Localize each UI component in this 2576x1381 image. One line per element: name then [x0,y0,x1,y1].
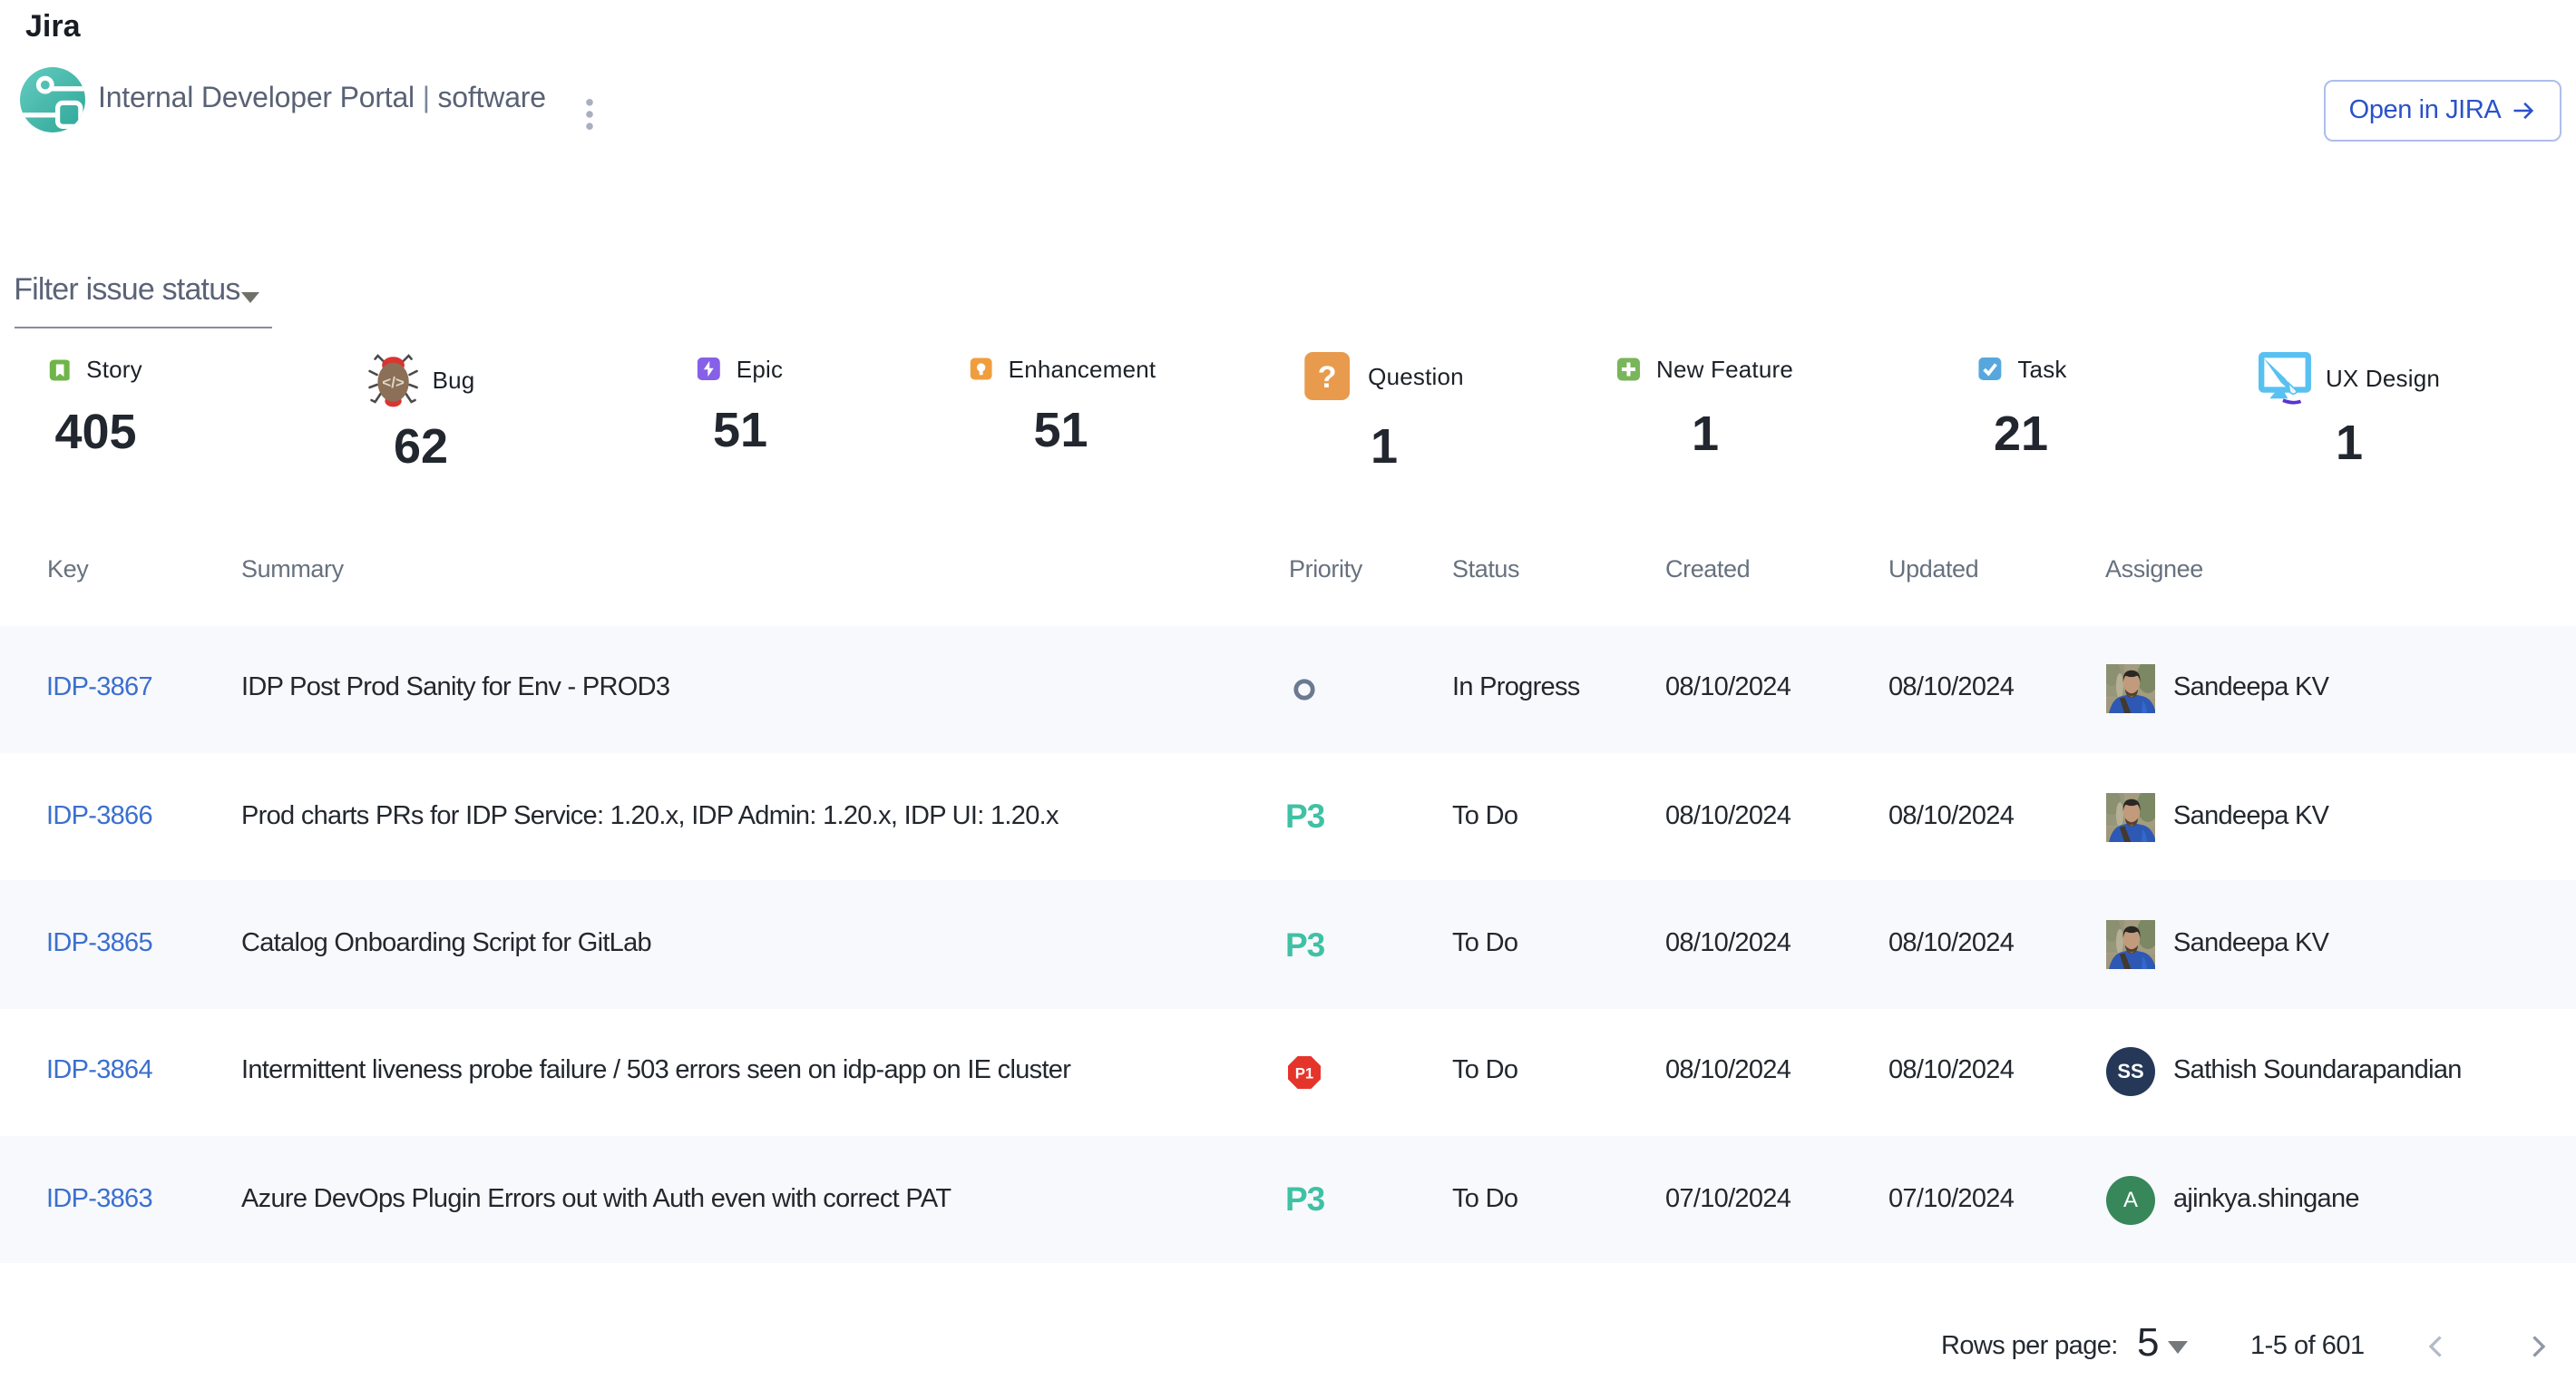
svg-text:?: ? [1318,360,1337,395]
svg-text:</>: </> [382,374,405,391]
svg-text:P1: P1 [1294,1064,1313,1082]
